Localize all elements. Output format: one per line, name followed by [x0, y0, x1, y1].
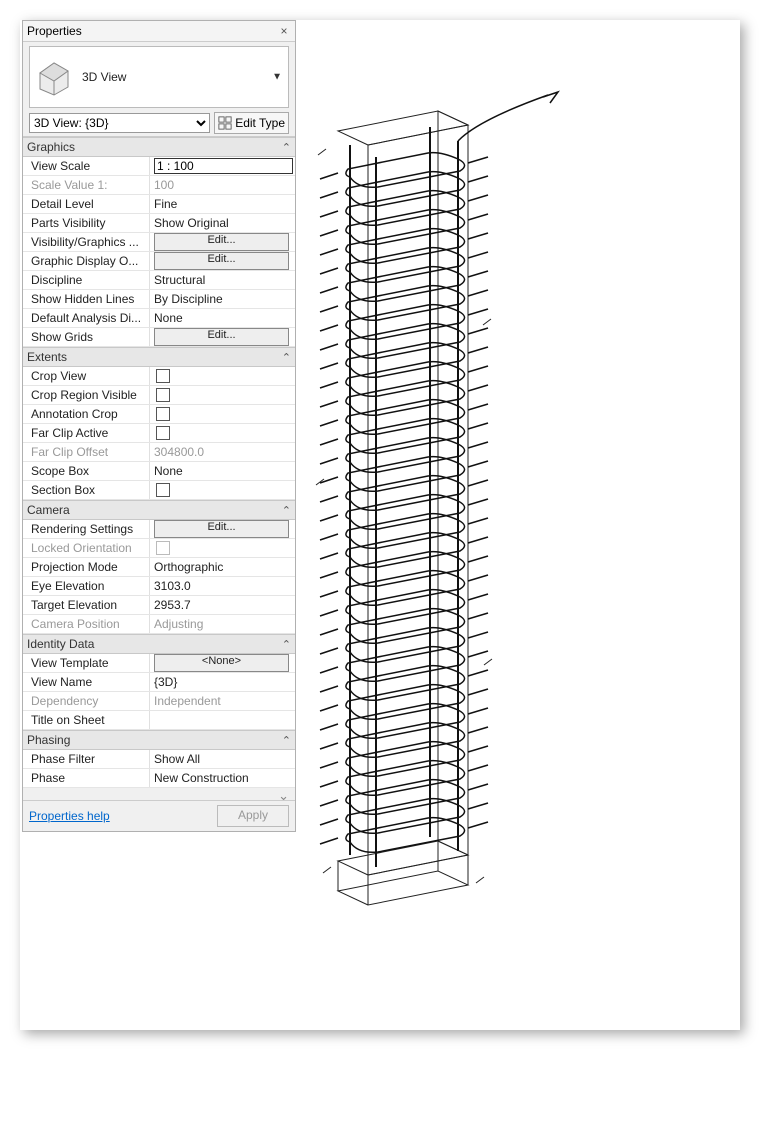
row-locked-orientation: Locked Orientation	[23, 539, 295, 558]
row-view-template: View Template<None>	[23, 654, 295, 673]
section-phasing[interactable]: Phasing⌃	[23, 730, 295, 750]
family-name-label: 3D View	[82, 70, 284, 84]
row-far-clip-offset: Far Clip Offset304800.0	[23, 443, 295, 462]
row-discipline: DisciplineStructural	[23, 271, 295, 290]
row-visibility-graphics: Visibility/Graphics ...Edit...	[23, 233, 295, 252]
phase-filter-value[interactable]: Show All	[149, 750, 295, 768]
show-grids-edit-button[interactable]: Edit...	[154, 328, 289, 346]
eye-elevation-value[interactable]: 3103.0	[149, 577, 295, 595]
target-elevation-value[interactable]: 2953.7	[149, 596, 295, 614]
panel-footer: Properties help Apply	[23, 800, 295, 831]
property-list: Graphics⌃ View Scale Scale Value 1:100 D…	[23, 136, 295, 800]
collapse-icon: ⌃	[282, 351, 291, 364]
rendering-settings-edit-button[interactable]: Edit...	[154, 520, 289, 538]
projection-mode-value[interactable]: Orthographic	[149, 558, 295, 576]
collapse-icon: ⌃	[282, 141, 291, 154]
default-analysis-value[interactable]: None	[149, 309, 295, 327]
instance-selector-row: 3D View: {3D} Edit Type	[23, 110, 295, 136]
family-selector[interactable]: 3D View ▼	[29, 46, 289, 108]
panel-title: Properties	[27, 24, 277, 38]
view-name-value[interactable]: {3D}	[149, 673, 295, 691]
row-phase-filter: Phase FilterShow All	[23, 750, 295, 769]
row-parts-visibility: Parts VisibilityShow Original	[23, 214, 295, 233]
house-3d-icon	[34, 57, 74, 97]
row-show-grids: Show GridsEdit...	[23, 328, 295, 347]
view-template-button[interactable]: <None>	[154, 654, 289, 672]
locked-orientation-checkbox	[156, 541, 170, 555]
parts-visibility-value[interactable]: Show Original	[149, 214, 295, 232]
scope-box-value[interactable]: None	[149, 462, 295, 480]
row-graphic-display: Graphic Display O...Edit...	[23, 252, 295, 271]
row-show-hidden-lines: Show Hidden LinesBy Discipline	[23, 290, 295, 309]
apply-button[interactable]: Apply	[217, 805, 289, 827]
row-scope-box: Scope BoxNone	[23, 462, 295, 481]
section-graphics[interactable]: Graphics⌃	[23, 137, 295, 157]
properties-panel: Properties × 3D View ▼ 3D View: {3D}	[22, 20, 296, 832]
scroll-indicator[interactable]: ⌄	[23, 788, 295, 800]
column-rebar-model	[298, 22, 738, 1028]
row-projection-mode: Projection ModeOrthographic	[23, 558, 295, 577]
section-extents[interactable]: Extents⌃	[23, 347, 295, 367]
crop-region-visible-checkbox[interactable]	[156, 388, 170, 402]
row-crop-view: Crop View	[23, 367, 295, 386]
close-icon[interactable]: ×	[277, 24, 291, 38]
far-clip-active-checkbox[interactable]	[156, 426, 170, 440]
row-target-elevation: Target Elevation2953.7	[23, 596, 295, 615]
row-camera-position: Camera PositionAdjusting	[23, 615, 295, 634]
discipline-value[interactable]: Structural	[149, 271, 295, 289]
row-far-clip-active: Far Clip Active	[23, 424, 295, 443]
instance-selector[interactable]: 3D View: {3D}	[29, 113, 210, 133]
edit-type-label: Edit Type	[235, 116, 285, 130]
collapse-icon: ⌃	[282, 734, 291, 747]
cursor-icon	[758, 126, 764, 1132]
row-view-scale: View Scale	[23, 157, 295, 176]
section-box-checkbox[interactable]	[156, 483, 170, 497]
collapse-icon: ⌃	[282, 638, 291, 651]
row-rendering-settings: Rendering SettingsEdit...	[23, 520, 295, 539]
properties-help-link[interactable]: Properties help	[29, 809, 217, 823]
section-camera[interactable]: Camera⌃	[23, 500, 295, 520]
panel-header: Properties ×	[23, 21, 295, 42]
row-view-name: View Name{3D}	[23, 673, 295, 692]
row-eye-elevation: Eye Elevation3103.0	[23, 577, 295, 596]
view-scale-input[interactable]	[154, 158, 293, 174]
title-on-sheet-value[interactable]	[149, 711, 295, 729]
crop-view-checkbox[interactable]	[156, 369, 170, 383]
detail-level-value[interactable]: Fine	[149, 195, 295, 213]
graphic-display-edit-button[interactable]: Edit...	[154, 252, 289, 270]
row-section-box: Section Box	[23, 481, 295, 500]
row-phase: PhaseNew Construction	[23, 769, 295, 788]
section-identity-data[interactable]: Identity Data⌃	[23, 634, 295, 654]
row-annotation-crop: Annotation Crop	[23, 405, 295, 424]
annotation-crop-checkbox[interactable]	[156, 407, 170, 421]
row-dependency: DependencyIndependent	[23, 692, 295, 711]
visibility-graphics-edit-button[interactable]: Edit...	[154, 233, 289, 251]
row-scale-value: Scale Value 1:100	[23, 176, 295, 195]
show-hidden-lines-value[interactable]: By Discipline	[149, 290, 295, 308]
chevron-down-icon[interactable]: ▼	[272, 72, 282, 83]
row-detail-level: Detail LevelFine	[23, 195, 295, 214]
row-default-analysis: Default Analysis Di...None	[23, 309, 295, 328]
row-crop-region-visible: Crop Region Visible	[23, 386, 295, 405]
edit-type-button[interactable]: Edit Type	[214, 112, 289, 134]
row-title-on-sheet: Title on Sheet	[23, 711, 295, 730]
collapse-icon: ⌃	[282, 504, 291, 517]
phase-value[interactable]: New Construction	[149, 769, 295, 787]
viewport-3d[interactable]	[298, 22, 738, 1028]
